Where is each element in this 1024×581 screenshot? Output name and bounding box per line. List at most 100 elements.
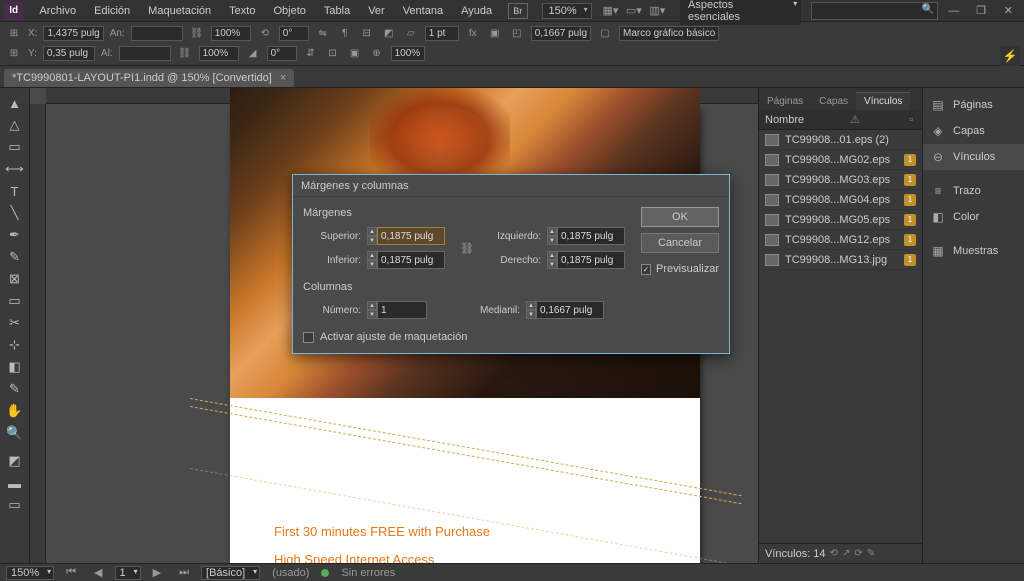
margin-top-field[interactable]	[377, 227, 445, 245]
preflight-status[interactable]: Sin errores	[335, 567, 401, 579]
bridge-icon[interactable]: Br	[508, 3, 527, 19]
align-icon[interactable]: ⊟	[359, 25, 375, 41]
apply-color-icon[interactable]: ▬	[3, 472, 27, 494]
page-tool[interactable]: ▭	[3, 136, 27, 158]
gradient-tool[interactable]: ◧	[3, 356, 27, 378]
status-zoom-dropdown[interactable]: 150%	[6, 566, 54, 580]
flip-h-icon[interactable]: ⇋	[315, 25, 331, 41]
scale-x-field[interactable]: 100%	[211, 26, 251, 41]
dock-vinculos[interactable]: ⊖Vínculos	[923, 144, 1024, 170]
flip-v-icon[interactable]: ⇵	[303, 46, 319, 62]
shear-field[interactable]: 0°	[267, 46, 297, 61]
goto-link-icon[interactable]: ↗	[842, 548, 850, 559]
relink-icon[interactable]: ⟲	[830, 548, 838, 559]
transform-tool[interactable]: ⊹	[3, 334, 27, 356]
fit-content-icon[interactable]: ⊡	[325, 46, 341, 62]
shear-icon[interactable]: ◢	[245, 46, 261, 62]
dock-paginas[interactable]: ▤Páginas	[923, 92, 1024, 118]
link-row[interactable]: TC99908...MG03.eps1	[759, 170, 922, 190]
status-style-dropdown[interactable]: [Básico]	[201, 566, 260, 580]
close-icon[interactable]: ✕	[997, 3, 1020, 19]
page-field[interactable]: 1	[115, 566, 141, 580]
type-tool[interactable]: T	[3, 180, 27, 202]
selection-tool[interactable]: ▲	[3, 92, 27, 114]
prev-page-icon[interactable]: ◀	[88, 566, 108, 579]
link-row[interactable]: TC99908...01.eps (2)	[759, 130, 922, 150]
link-row[interactable]: TC99908...MG12.eps1	[759, 230, 922, 250]
menu-edicion[interactable]: Edición	[86, 2, 138, 20]
gap-tool[interactable]: ⟷	[3, 158, 27, 180]
links-header-name[interactable]: Nombre	[765, 114, 804, 126]
menu-archivo[interactable]: Archivo	[31, 2, 84, 20]
link-row[interactable]: TC99908...MG13.jpg1	[759, 250, 922, 270]
wrap-icon[interactable]: ▣	[487, 25, 503, 41]
maximize-icon[interactable]: ❐	[969, 3, 992, 19]
ref-point-icon[interactable]: ⊞	[6, 25, 22, 41]
constrain-icon-2[interactable]: ⛓	[177, 46, 193, 62]
margin-right-stepper[interactable]: ▲▼	[547, 251, 557, 269]
ok-button[interactable]: OK	[641, 207, 719, 227]
column-number-field[interactable]	[377, 301, 427, 319]
dock-trazo[interactable]: ≡Trazo	[923, 178, 1024, 204]
menu-ventana[interactable]: Ventana	[395, 2, 451, 20]
rotate-icon[interactable]: ⟲	[257, 25, 273, 41]
constrain-icon[interactable]: ⛓	[189, 25, 205, 41]
first-page-icon[interactable]: ⏮	[60, 566, 82, 579]
margin-left-field[interactable]	[557, 227, 625, 245]
margin-bottom-field[interactable]	[377, 251, 445, 269]
document-tab[interactable]: *TC9990801-LAYOUT-PI1.indd @ 150% [Conve…	[4, 69, 294, 87]
menu-ver[interactable]: Ver	[360, 2, 393, 20]
screen-mode-icon[interactable]: ▭▾	[625, 3, 642, 19]
margin-left-stepper[interactable]: ▲▼	[547, 227, 557, 245]
zoom-dropdown[interactable]: 150%	[542, 3, 592, 19]
rectangle-tool[interactable]: ▭	[3, 290, 27, 312]
margin-top-stepper[interactable]: ▲▼	[367, 227, 377, 245]
ref-point-icon-2[interactable]: ⊞	[6, 46, 22, 62]
page-column-icon[interactable]: ▫	[906, 114, 916, 126]
scale-y-field[interactable]: 100%	[199, 46, 239, 61]
vertical-ruler[interactable]	[30, 104, 46, 563]
menu-tabla[interactable]: Tabla	[316, 2, 358, 20]
line-tool[interactable]: ╲	[3, 202, 27, 224]
edit-original-icon[interactable]: ✎	[867, 548, 875, 559]
warning-column-icon[interactable]: ⚠	[847, 113, 863, 126]
last-page-icon[interactable]: ⏭	[173, 566, 195, 579]
menu-objeto[interactable]: Objeto	[265, 2, 313, 20]
panel-tab-paginas[interactable]: Páginas	[759, 93, 811, 110]
gutter-field[interactable]	[536, 301, 604, 319]
panel-tab-capas[interactable]: Capas	[811, 93, 856, 110]
effects-icon[interactable]: fx	[465, 25, 481, 41]
gutter-stepper[interactable]: ▲▼	[526, 301, 536, 319]
menu-texto[interactable]: Texto	[221, 2, 263, 20]
center-icon[interactable]: ⊕	[369, 46, 385, 62]
margin-bottom-stepper[interactable]: ▲▼	[367, 251, 377, 269]
preview-checkbox[interactable]: ✓ Previsualizar	[641, 263, 719, 275]
cancel-button[interactable]: Cancelar	[641, 233, 719, 253]
y-field[interactable]: 0,35 pulg	[43, 46, 95, 61]
margin-right-field[interactable]	[557, 251, 625, 269]
dock-capas[interactable]: ◈Capas	[923, 118, 1024, 144]
x-field[interactable]: 1,4375 pulg	[43, 26, 103, 41]
minimize-icon[interactable]: —	[942, 3, 965, 19]
opacity-field[interactable]: 100%	[391, 46, 425, 61]
fit-frame-icon[interactable]: ▣	[347, 46, 363, 62]
zoom-tool[interactable]: 🔍	[3, 422, 27, 444]
link-margins-icon[interactable]: ⛓	[459, 233, 475, 263]
object-style-icon[interactable]: ▢	[597, 25, 613, 41]
pen-tool[interactable]: ✒	[3, 224, 27, 246]
fill-stroke-icon[interactable]: ◩	[3, 450, 27, 472]
gpu-icon[interactable]: ⚡	[1000, 46, 1020, 66]
column-number-stepper[interactable]: ▲▼	[367, 301, 377, 319]
document-text[interactable]: High Speed Internet Access	[274, 552, 434, 563]
link-row[interactable]: TC99908...MG02.eps1	[759, 150, 922, 170]
view-options-icon[interactable]: ▦▾	[602, 3, 619, 19]
tab-close-icon[interactable]: ×	[280, 72, 286, 84]
menu-ayuda[interactable]: Ayuda	[453, 2, 500, 20]
eyedropper-tool[interactable]: ✎	[3, 378, 27, 400]
search-input[interactable]	[811, 2, 938, 20]
dock-color[interactable]: ◧Color	[923, 204, 1024, 230]
link-row[interactable]: TC99908...MG04.eps1	[759, 190, 922, 210]
paragraph-icon[interactable]: ¶	[337, 25, 353, 41]
arrange-icon[interactable]: ▥▾	[649, 3, 666, 19]
dialog-title[interactable]: Márgenes y columnas	[293, 175, 729, 197]
